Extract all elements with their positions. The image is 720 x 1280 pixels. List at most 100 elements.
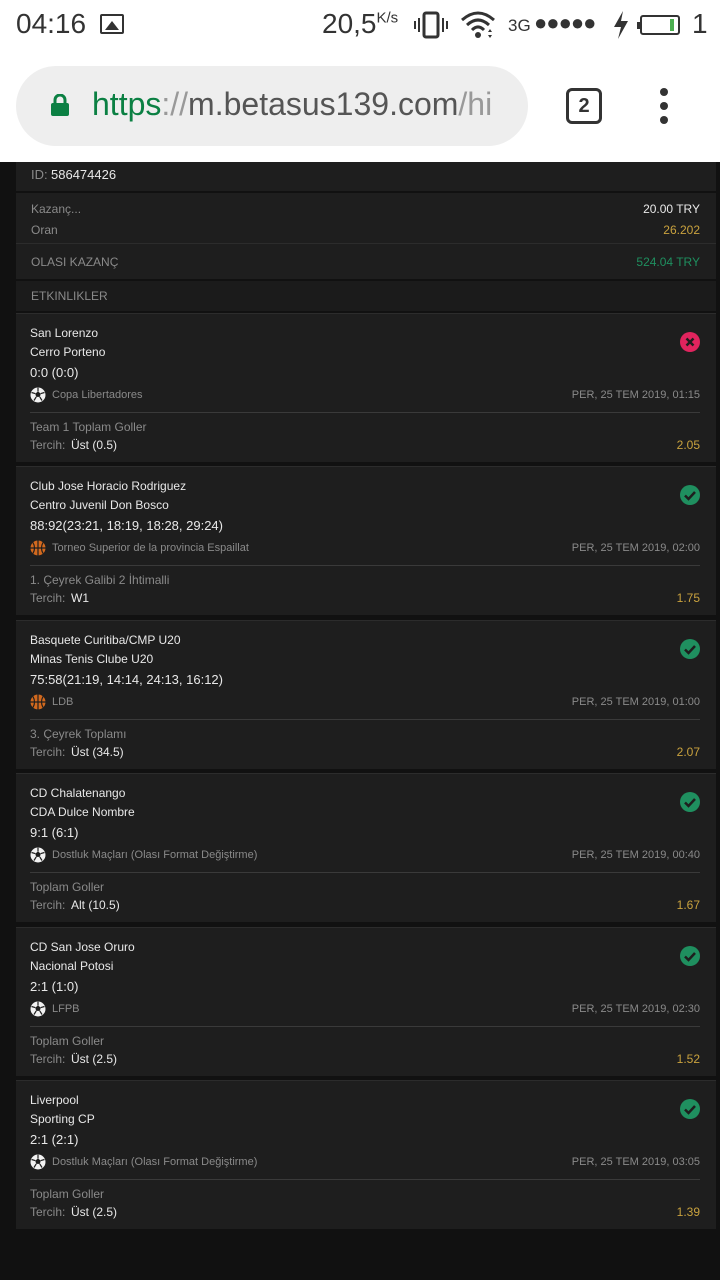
won-check-icon	[680, 946, 700, 966]
tab-switcher-button[interactable]: 2	[566, 88, 602, 124]
choice-value: W1	[71, 591, 89, 605]
browser-toolbar: https://m.betasus139.com/hi 2	[0, 50, 720, 162]
football-icon	[30, 1001, 46, 1017]
match-score: 9:1 (6:1)	[30, 825, 79, 840]
sport-icon	[30, 847, 46, 863]
choice-label: Tercih:	[30, 438, 66, 452]
card-divider	[30, 1026, 700, 1027]
match-score: 0:0 (0:0)	[30, 365, 79, 380]
stake-label: Kazanç...	[31, 202, 82, 216]
basketball-icon	[30, 540, 46, 556]
team-home: San Lorenzo	[30, 326, 99, 340]
match-datetime: PER, 25 TEM 2019, 02:30	[571, 1003, 700, 1015]
url-text[interactable]: https://m.betasus139.com/hi	[92, 86, 492, 123]
card-divider	[30, 719, 700, 720]
event-odds: 2.07	[676, 745, 700, 759]
event-card[interactable]: Club Jose Horacio Rodriguez Centro Juveni…	[16, 466, 716, 615]
sport-icon	[30, 387, 46, 403]
choice-value: Üst (2.5)	[71, 1052, 118, 1066]
sport-icon	[30, 1154, 46, 1170]
network-type: 3G	[508, 16, 531, 35]
market-name: Toplam Goller	[30, 1034, 105, 1048]
team-away: Nacional Potosi	[30, 959, 114, 973]
choice-label: Tercih:	[30, 1205, 66, 1219]
market-name: Toplam Goller	[30, 1187, 105, 1201]
vibrate-icon	[414, 11, 448, 39]
potential-win-value: 524.04 TRY	[636, 255, 700, 269]
match-datetime: PER, 25 TEM 2019, 03:05	[571, 1156, 700, 1168]
url-host: m.betasus139.com	[188, 86, 459, 122]
address-bar[interactable]: https://m.betasus139.com/hi	[16, 66, 528, 146]
league-name: LDB	[52, 696, 74, 708]
market-name: Team 1 Toplam Goller	[30, 420, 147, 434]
match-datetime: PER, 25 TEM 2019, 00:40	[571, 849, 700, 861]
team-home: Basquete Curitiba/CMP U20	[30, 633, 181, 647]
signal-strength-icon: ●●●●●	[534, 10, 596, 35]
event-card[interactable]: Basquete Curitiba/CMP U20 Minas Tenis Clu…	[16, 620, 716, 769]
wifi-icon	[461, 11, 495, 38]
league-name: Torneo Superior de la provincia Espailla…	[52, 542, 249, 554]
potential-win-label: OLASI KAZANÇ	[31, 255, 119, 269]
more-options-icon[interactable]	[656, 88, 672, 124]
team-home: Liverpool	[30, 1093, 79, 1107]
clock: 04:16	[16, 8, 87, 39]
lock-icon	[51, 94, 69, 116]
event-card[interactable]: CD San Jose Oruro Nacional Potosi 2:1 (1:0…	[16, 927, 716, 1076]
events-header: ETKINLIKLER	[16, 281, 716, 311]
match-datetime: PER, 25 TEM 2019, 01:15	[571, 389, 700, 401]
team-home: Club Jose Horacio Rodriguez	[30, 479, 187, 493]
team-home: CD Chalatenango	[30, 786, 126, 800]
bet-won-badge	[680, 946, 700, 966]
team-away: Cerro Porteno	[30, 345, 106, 359]
odds-label: Oran	[31, 223, 58, 237]
stake-value: 20.00 TRY	[643, 202, 700, 216]
football-icon	[30, 1154, 46, 1170]
event-card[interactable]: San Lorenzo Cerro Porteno 0:0 (0:0) Copa Li…	[16, 313, 716, 462]
football-icon	[30, 847, 46, 863]
page-content: ID: 586474426 Kazanç... 20.00 TRY Oran 2…	[0, 162, 720, 1280]
event-odds: 1.67	[676, 898, 700, 912]
choice-label: Tercih:	[30, 898, 66, 912]
league-name: Copa Libertadores	[52, 389, 143, 401]
network-speed-value: 20,5	[322, 8, 377, 39]
choice-value: Üst (34.5)	[71, 745, 124, 759]
coupon-summary: Kazanç... 20.00 TRY Oran 26.202 OLASI KA…	[16, 193, 716, 279]
summary-divider	[16, 243, 716, 244]
market-name: 1. Çeyrek Galibi 2 İhtimalli	[30, 573, 170, 587]
sport-icon	[30, 1001, 46, 1017]
status-bar: 04:16 20,5K/s 3G ●●●●● 1	[0, 0, 720, 50]
match-datetime: PER, 25 TEM 2019, 02:00	[571, 542, 700, 554]
coupon-id-label: ID:	[31, 167, 48, 182]
team-away: CDA Dulce Nombre	[30, 805, 135, 819]
event-card[interactable]: CD Chalatenango CDA Dulce Nombre 9:1 (6:1)…	[16, 773, 716, 922]
bet-lost-badge	[680, 332, 700, 352]
card-divider	[30, 872, 700, 873]
event-odds: 1.39	[676, 1205, 700, 1219]
market-name: Toplam Goller	[30, 880, 105, 894]
choice-label: Tercih:	[30, 1052, 66, 1066]
network-speed: 20,5K/s	[322, 8, 398, 40]
url-scheme: https	[92, 86, 162, 122]
bet-won-badge	[680, 485, 700, 505]
market-name: 3. Çeyrek Toplamı	[30, 727, 127, 741]
match-score: 88:92(23:21, 18:19, 18:28, 29:24)	[30, 518, 223, 533]
charging-icon	[614, 11, 628, 39]
event-odds: 1.52	[676, 1052, 700, 1066]
choice-value: Üst (2.5)	[71, 1205, 118, 1219]
choice-value: Üst (0.5)	[71, 438, 118, 452]
sport-icon	[30, 694, 46, 710]
coupon-id-row: ID: 586474426	[16, 162, 716, 191]
league-name: LFPB	[52, 1003, 80, 1015]
choice-value: Alt (10.5)	[71, 898, 120, 912]
won-check-icon	[680, 485, 700, 505]
event-card[interactable]: Liverpool Sporting CP 2:1 (2:1) Dostluk Maç…	[16, 1080, 716, 1229]
league-name: Dostluk Maçları (Olası Format Değiştirme…	[52, 1156, 258, 1168]
lost-x-icon	[680, 332, 700, 352]
league-name: Dostluk Maçları (Olası Format Değiştirme…	[52, 849, 258, 861]
won-check-icon	[680, 792, 700, 812]
choice-label: Tercih:	[30, 745, 66, 759]
team-away: Minas Tenis Clube U20	[30, 652, 154, 666]
match-datetime: PER, 25 TEM 2019, 01:00	[571, 696, 700, 708]
event-odds: 1.75	[676, 591, 700, 605]
football-icon	[30, 387, 46, 403]
